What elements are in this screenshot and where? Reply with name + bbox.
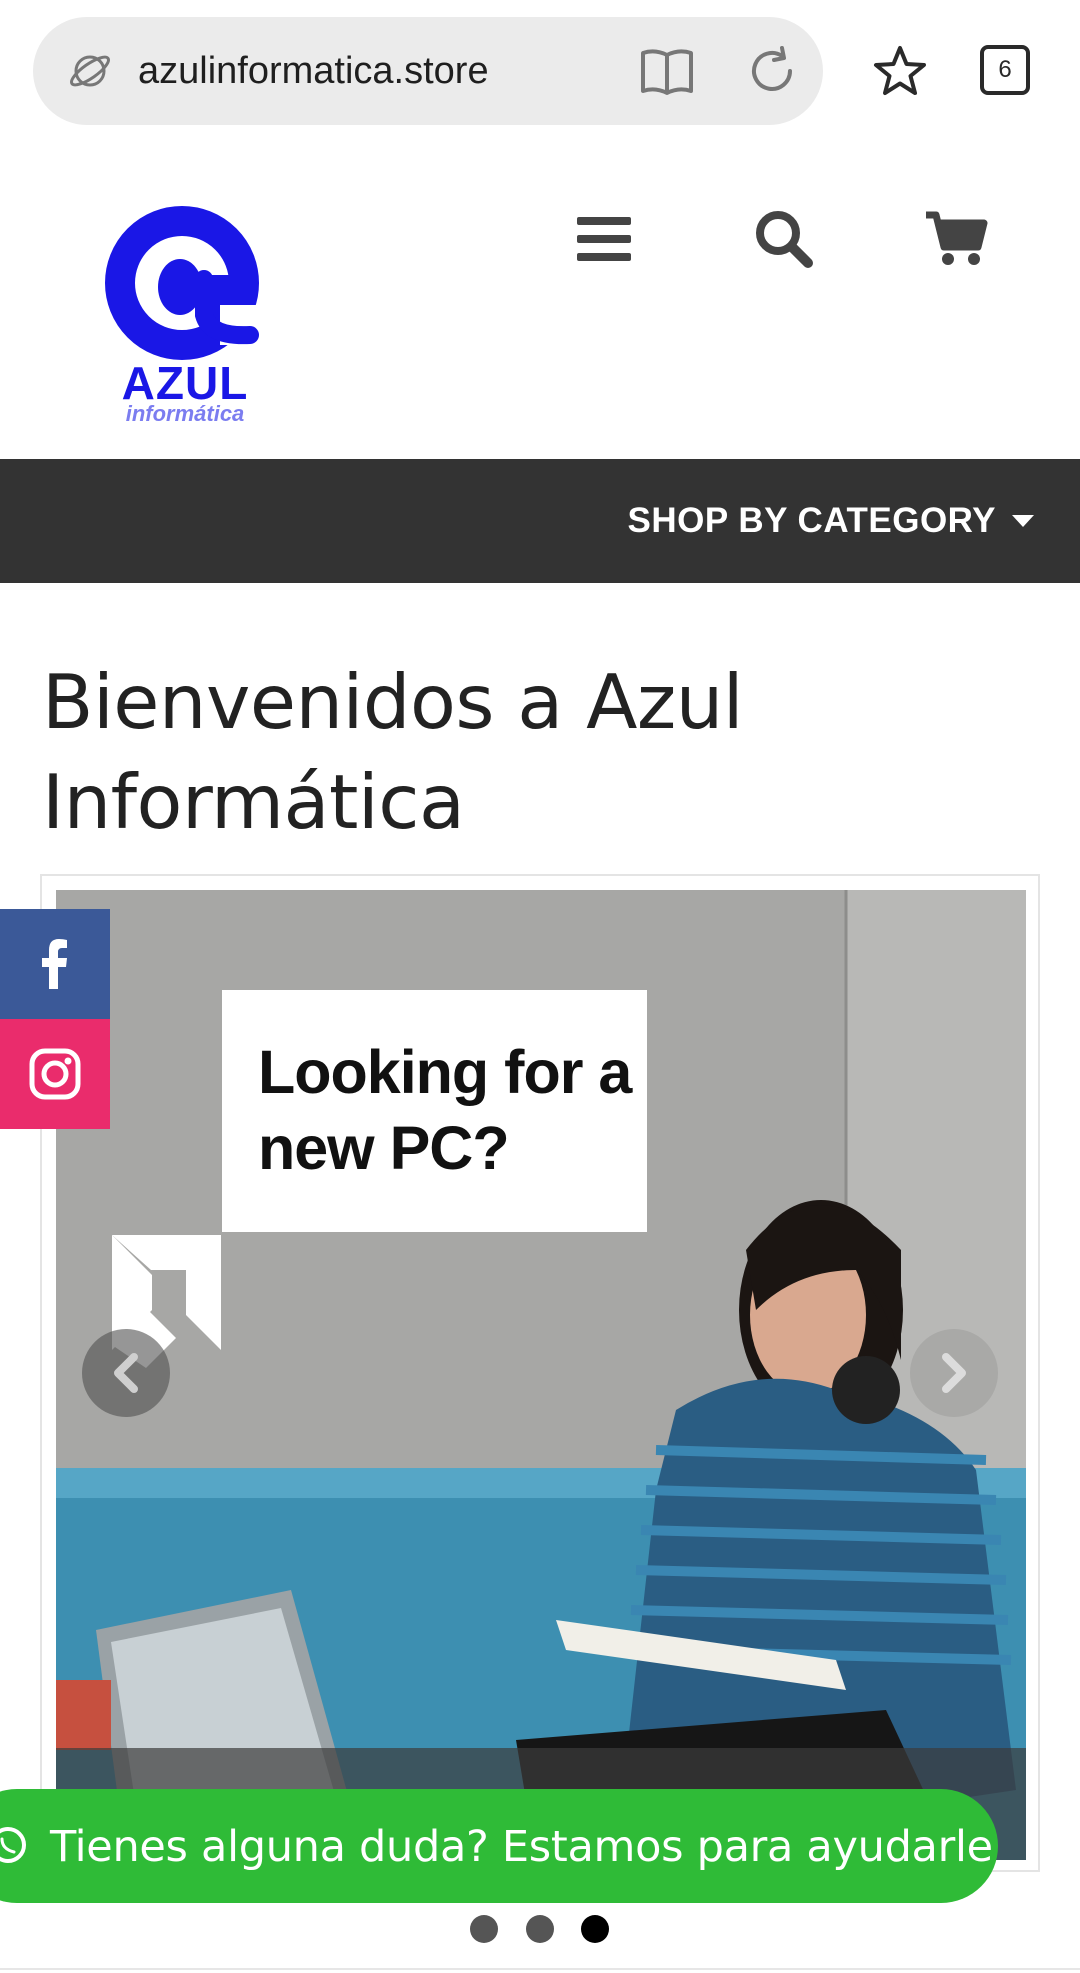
shop-by-category-bar[interactable]: SHOP BY CATEGORY — [0, 459, 1080, 583]
shop-by-category-label[interactable]: SHOP BY CATEGORY — [628, 499, 996, 543]
browser-toolbar: azulinformatica.store 6 — [0, 0, 1080, 145]
carousel-slide[interactable]: Looking for a new PC? — [56, 890, 1026, 1860]
divider — [0, 1968, 1080, 1970]
cart-icon[interactable] — [924, 207, 988, 271]
whatsapp-icon — [0, 1827, 26, 1863]
site-info-icon[interactable] — [67, 48, 113, 94]
site-logo[interactable]: AZUL informática — [100, 205, 270, 425]
carousel-dot-1[interactable] — [470, 1915, 498, 1943]
carousel-prev-button[interactable] — [82, 1329, 170, 1417]
promo-headline: Looking for a new PC? — [258, 1038, 632, 1182]
reader-mode-icon[interactable] — [639, 45, 695, 97]
chevron-down-icon — [1012, 515, 1034, 527]
facebook-button[interactable] — [0, 909, 110, 1019]
tabs-icon[interactable]: 6 — [980, 45, 1030, 95]
image-carousel: Looking for a new PC? — [40, 874, 1040, 1872]
carousel-dot-2[interactable] — [526, 1915, 554, 1943]
bookmark-star-icon[interactable] — [872, 44, 928, 100]
reload-icon[interactable] — [746, 45, 798, 97]
url-text[interactable]: azulinformatica.store — [138, 49, 489, 93]
page-title: Bienvenidos a Azul Informática — [42, 658, 744, 846]
site-header: AZUL informática — [0, 145, 1080, 459]
chat-help-button[interactable]: Tienes alguna duda? Estamos para ayudarl… — [0, 1789, 998, 1903]
address-bar[interactable]: azulinformatica.store — [33, 17, 823, 125]
promo-text-box: Looking for a new PC? — [222, 990, 647, 1232]
logo-subtext: informática — [125, 401, 245, 426]
chevron-left-icon — [114, 1353, 138, 1393]
carousel-dot-3-active[interactable] — [581, 1915, 609, 1943]
instagram-icon — [29, 1048, 81, 1100]
facebook-icon — [42, 939, 67, 989]
chat-help-label[interactable]: Tienes alguna duda? Estamos para ayudarl… — [50, 1822, 993, 1872]
search-icon[interactable] — [752, 207, 816, 271]
carousel-next-button[interactable] — [910, 1329, 998, 1417]
at-sign-logo-icon — [105, 206, 270, 360]
chevron-right-icon — [942, 1353, 966, 1393]
menu-icon[interactable] — [572, 207, 636, 271]
instagram-button[interactable] — [0, 1019, 110, 1129]
logo-text: AZUL — [121, 357, 249, 409]
